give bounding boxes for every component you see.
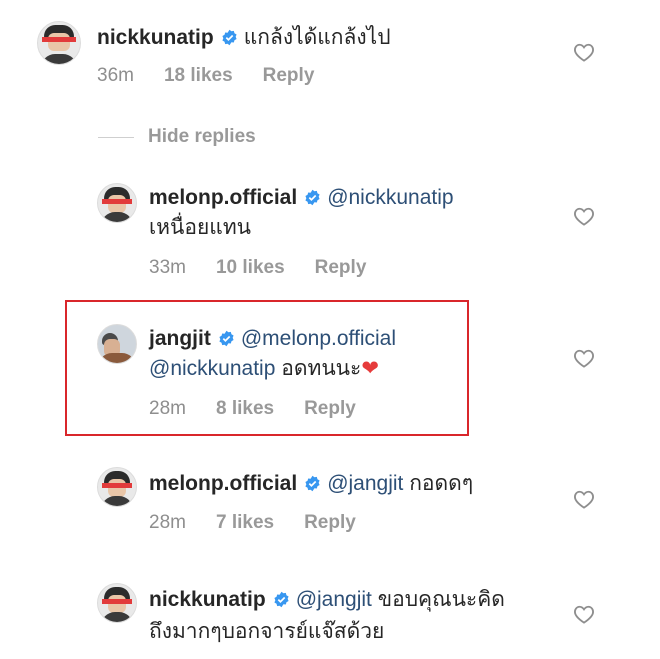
reply-button[interactable]: Reply <box>315 257 367 278</box>
comment-text: อดทนนะ <box>281 357 362 380</box>
reply-button[interactable]: Reply <box>263 65 315 86</box>
verified-icon <box>305 189 320 206</box>
avatar[interactable] <box>97 467 137 507</box>
verified-icon <box>305 475 320 492</box>
comment-username[interactable]: melonp.official <box>149 472 297 495</box>
avatar[interactable] <box>97 183 137 223</box>
comment-text-continued: ถึงมากๆบอกจารย์แจ๊สด้วย <box>149 620 385 643</box>
comment-likes[interactable]: 7 likes <box>216 512 274 533</box>
comment-text: เหนื่อยแทน <box>149 216 252 239</box>
comment-time: 28m <box>149 398 186 419</box>
comment-username[interactable]: nickkunatip <box>97 26 214 49</box>
mention-link[interactable]: @jangjit <box>296 588 372 611</box>
hide-replies-label: Hide replies <box>148 126 256 147</box>
heart-outline-icon[interactable] <box>573 206 595 226</box>
reply-button[interactable]: Reply <box>304 512 356 533</box>
comment-text: แกล้งได้แกล้งไป <box>243 26 391 49</box>
comment-username[interactable]: melonp.official <box>149 186 297 209</box>
comment-likes[interactable]: 18 likes <box>164 65 233 86</box>
comment-text: ขอบคุณนะคิด <box>377 588 505 611</box>
mention-link[interactable]: @jangjit <box>327 472 403 495</box>
mention-link[interactable]: @nickkunatip <box>327 186 453 209</box>
comment-time: 36m <box>97 65 134 86</box>
verified-icon <box>274 591 289 608</box>
comment-username[interactable]: nickkunatip <box>149 588 266 611</box>
divider <box>98 136 134 138</box>
comment-likes[interactable]: 8 likes <box>216 398 274 419</box>
avatar[interactable] <box>97 324 137 364</box>
mention-link[interactable]: @nickkunatip <box>149 357 275 380</box>
comment-username[interactable]: jangjit <box>149 327 211 350</box>
comment-time: 28m <box>149 512 186 533</box>
avatar[interactable] <box>97 583 137 623</box>
hide-replies-toggle[interactable]: Hide replies <box>98 125 256 149</box>
comment-likes[interactable]: 10 likes <box>216 257 285 278</box>
heart-outline-icon[interactable] <box>573 348 595 368</box>
avatar[interactable] <box>37 21 81 65</box>
comment-time: 33m <box>149 257 186 278</box>
heart-outline-icon[interactable] <box>573 604 595 624</box>
heart-outline-icon[interactable] <box>573 42 595 62</box>
reply-button[interactable]: Reply <box>304 398 356 419</box>
comment-text: กอดดๆ <box>409 472 474 495</box>
heart-outline-icon[interactable] <box>573 489 595 509</box>
verified-icon <box>219 330 234 347</box>
verified-icon <box>222 29 237 46</box>
mention-link[interactable]: @melonp.official <box>241 327 396 350</box>
red-heart-emoji: ❤ <box>361 357 379 380</box>
